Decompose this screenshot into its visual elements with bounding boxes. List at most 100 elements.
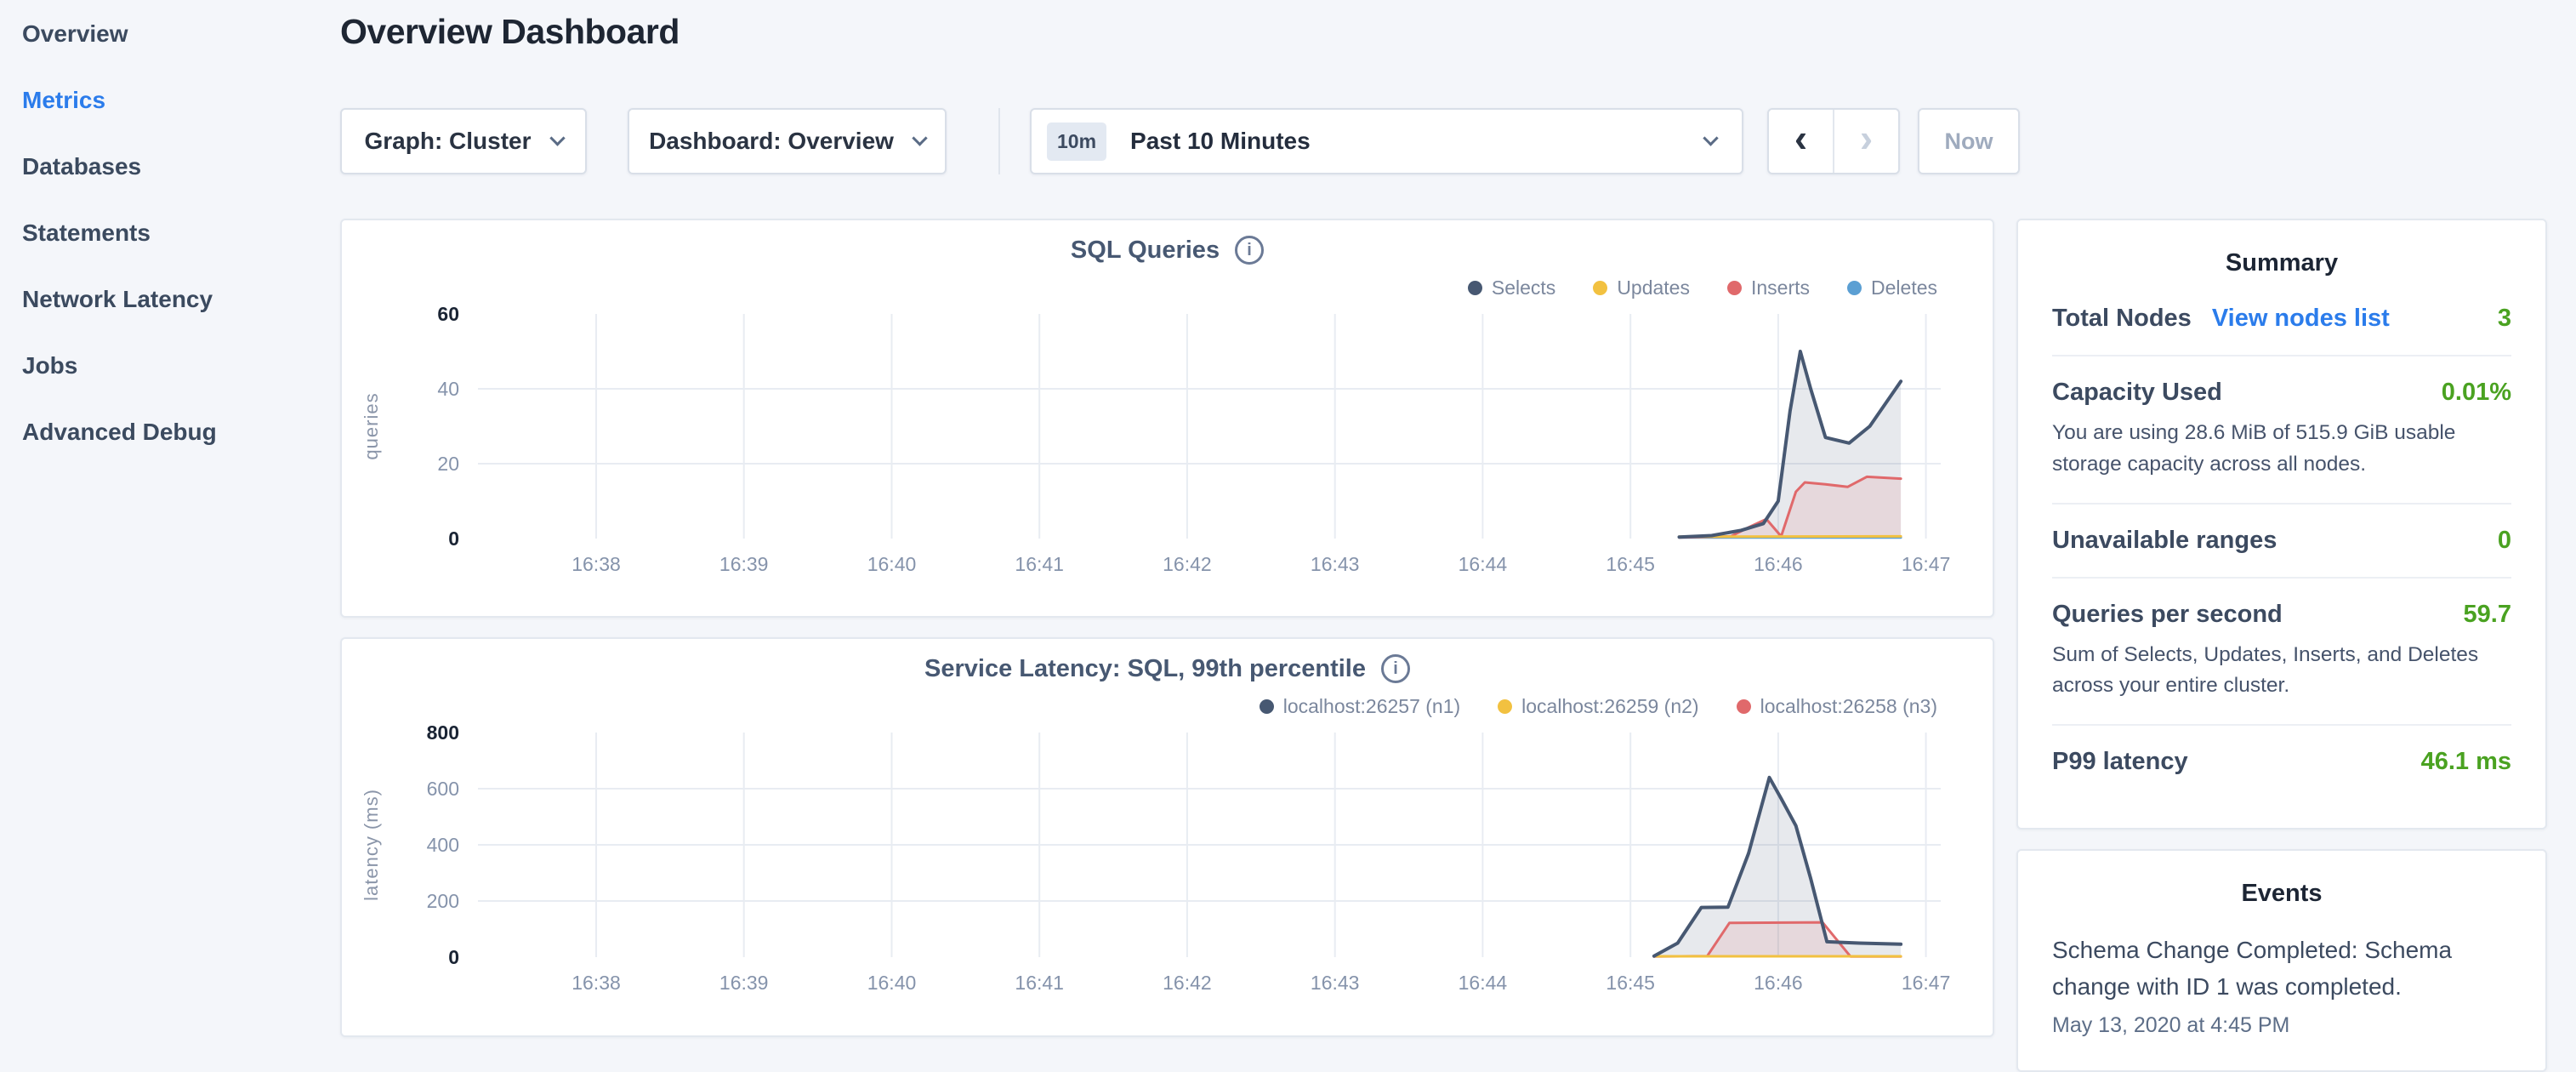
sql-queries-panel: SQL Queries i Selects Updates Inserts Delet… — [340, 219, 1994, 618]
svg-text:400: 400 — [427, 834, 459, 856]
sidebar-item-network-latency[interactable]: Network Latency — [22, 286, 340, 313]
p99-latency-label: P99 latency — [2052, 748, 2188, 776]
legend-item[interactable]: Inserts — [1727, 277, 1810, 299]
summary-row-unavailable-ranges: Unavailable ranges 0 — [2052, 503, 2511, 577]
legend-label: Updates — [1617, 277, 1690, 299]
now-button[interactable]: Now — [1918, 108, 2020, 174]
event-timestamp: May 13, 2020 at 4:45 PM — [2052, 1013, 2511, 1038]
svg-text:16:38: 16:38 — [571, 553, 621, 575]
capacity-description: You are using 28.6 MiB of 515.9 GiB usab… — [2052, 418, 2511, 481]
events-panel: Events Schema Change Completed: Schema c… — [2016, 849, 2547, 1072]
info-icon[interactable]: i — [1235, 236, 1264, 265]
svg-text:800: 800 — [427, 722, 459, 744]
capacity-label: Capacity Used — [2052, 379, 2222, 407]
sidebar-item-databases[interactable]: Databases — [22, 153, 340, 180]
legend-dot-icon — [1498, 699, 1512, 714]
svg-text:16:46: 16:46 — [1754, 972, 1803, 994]
info-icon[interactable]: i — [1381, 654, 1410, 683]
p99-latency-value: 46.1 ms — [2421, 748, 2511, 776]
legend-dot-icon — [1260, 699, 1274, 714]
event-list-item[interactable]: Schema Change Completed: Schema change w… — [2052, 932, 2511, 1038]
legend-item[interactable]: localhost:26259 (n2) — [1498, 695, 1698, 718]
time-step-forward-button[interactable]: › — [1834, 110, 1898, 173]
legend-label: Inserts — [1751, 277, 1810, 299]
dashboard-label: Dashboard: Overview — [649, 128, 894, 155]
summary-row-total-nodes: Total Nodes View nodes list 3 — [2052, 282, 2511, 355]
legend-dot-icon — [1737, 699, 1751, 714]
svg-text:16:38: 16:38 — [571, 972, 621, 994]
sidebar-item-overview[interactable]: Overview — [22, 20, 340, 48]
sql-queries-chart[interactable]: 16:3816:3916:4016:4116:4216:4316:4416:45… — [342, 304, 1993, 606]
summary-row-qps: Queries per second 59.7 Sum of Selects, … — [2052, 577, 2511, 725]
legend-label: Selects — [1492, 277, 1555, 299]
legend-dot-icon — [1468, 281, 1482, 295]
sidebar-item-jobs[interactable]: Jobs — [22, 352, 340, 379]
svg-text:16:42: 16:42 — [1163, 972, 1212, 994]
legend-dot-icon — [1847, 281, 1862, 295]
legend-item[interactable]: localhost:26257 (n1) — [1260, 695, 1460, 718]
svg-text:latency (ms): latency (ms) — [361, 789, 382, 901]
time-range-badge: 10m — [1047, 123, 1106, 161]
svg-text:16:39: 16:39 — [719, 972, 769, 994]
legend-item[interactable]: localhost:26258 (n3) — [1737, 695, 1937, 718]
legend-label: localhost:26258 (n3) — [1760, 695, 1937, 718]
legend-item[interactable]: Selects — [1468, 277, 1555, 299]
time-step-buttons: ‹ › — [1767, 108, 1900, 174]
page-title: Overview Dashboard — [340, 12, 680, 52]
chart-title: SQL Queries — [1071, 237, 1220, 265]
event-text: Schema Change Completed: Schema change w… — [2052, 932, 2511, 1006]
qps-value: 59.7 — [2464, 601, 2511, 629]
service-latency-panel: Service Latency: SQL, 99th percentile i … — [340, 637, 1994, 1037]
left-nav: Overview Metrics Databases Statements Ne… — [0, 0, 340, 1052]
qps-label: Queries per second — [2052, 601, 2283, 629]
svg-text:20: 20 — [437, 453, 459, 475]
svg-text:200: 200 — [427, 890, 459, 912]
events-title: Events — [2052, 880, 2511, 908]
nav-list: Overview Metrics Databases Statements Ne… — [0, 0, 340, 446]
legend-item[interactable]: Updates — [1593, 277, 1690, 299]
qps-description: Sum of Selects, Updates, Inserts, and De… — [2052, 640, 2511, 703]
svg-text:60: 60 — [437, 304, 459, 325]
svg-text:16:44: 16:44 — [1459, 972, 1508, 994]
svg-text:16:40: 16:40 — [867, 553, 917, 575]
svg-text:40: 40 — [437, 378, 459, 400]
chevron-down-icon — [1703, 130, 1718, 145]
legend-dot-icon — [1593, 281, 1607, 295]
svg-text:16:47: 16:47 — [1902, 972, 1951, 994]
summary-panel: Summary Total Nodes View nodes list 3 Ca… — [2016, 219, 2547, 830]
graph-scope-dropdown[interactable]: Graph: Cluster — [340, 108, 587, 174]
chart-title: Service Latency: SQL, 99th percentile — [924, 655, 1366, 683]
summary-row-capacity: Capacity Used 0.01% You are using 28.6 M… — [2052, 355, 2511, 503]
svg-text:queries: queries — [361, 392, 382, 459]
legend-dot-icon — [1727, 281, 1742, 295]
total-nodes-label: Total Nodes — [2052, 305, 2192, 333]
sidebar-item-statements[interactable]: Statements — [22, 220, 340, 247]
svg-text:16:41: 16:41 — [1015, 553, 1064, 575]
svg-text:16:42: 16:42 — [1163, 553, 1212, 575]
view-nodes-list-link[interactable]: View nodes list — [2212, 305, 2390, 333]
svg-text:16:41: 16:41 — [1015, 972, 1064, 994]
svg-text:16:44: 16:44 — [1459, 553, 1508, 575]
summary-row-p99: P99 latency 46.1 ms — [2052, 724, 2511, 798]
legend-label: Deletes — [1871, 277, 1937, 299]
unavailable-ranges-label: Unavailable ranges — [2052, 527, 2277, 555]
svg-text:16:47: 16:47 — [1902, 553, 1951, 575]
chevron-down-icon — [912, 130, 927, 145]
time-range-select[interactable]: 10m Past 10 Minutes — [1030, 108, 1743, 174]
chart-legend: Selects Updates Inserts Deletes — [342, 271, 1993, 304]
svg-text:16:45: 16:45 — [1606, 972, 1655, 994]
summary-title: Summary — [2052, 249, 2511, 277]
legend-item[interactable]: Deletes — [1847, 277, 1937, 299]
graph-scope-label: Graph: Cluster — [364, 128, 531, 155]
controls-divider — [998, 108, 1000, 174]
total-nodes-value: 3 — [2498, 305, 2511, 333]
dashboard-dropdown[interactable]: Dashboard: Overview — [628, 108, 947, 174]
sidebar-item-metrics[interactable]: Metrics — [22, 87, 340, 114]
svg-text:16:39: 16:39 — [719, 553, 769, 575]
svg-text:600: 600 — [427, 778, 459, 800]
sidebar-item-advanced-debug[interactable]: Advanced Debug — [22, 419, 340, 446]
time-step-back-button[interactable]: ‹ — [1769, 110, 1834, 173]
legend-label: localhost:26259 (n2) — [1521, 695, 1698, 718]
legend-label: localhost:26257 (n1) — [1283, 695, 1460, 718]
service-latency-chart[interactable]: 16:3816:3916:4016:4116:4216:4316:4416:45… — [342, 722, 1993, 1024]
